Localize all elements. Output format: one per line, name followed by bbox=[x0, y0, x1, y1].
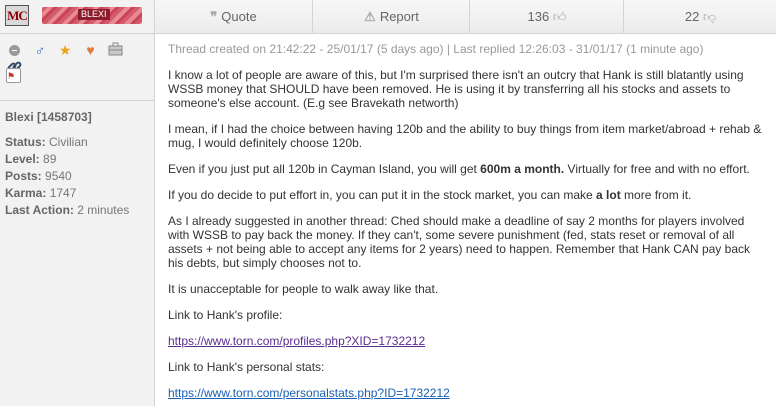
dislike-count: 22 bbox=[684, 9, 700, 24]
report-label: Report bbox=[379, 9, 419, 24]
paragraph: As I already suggested in another thread… bbox=[168, 214, 750, 270]
stat-karma: Karma: 1747 bbox=[5, 186, 77, 200]
user-banner[interactable]: BLEXI bbox=[42, 7, 142, 24]
post-toolbar: ❞ Quote ⚠ Report 136 👍︎ 22 👎︎ bbox=[155, 0, 776, 34]
bold-text: a lot bbox=[596, 188, 621, 202]
banner-text: BLEXI bbox=[78, 9, 110, 20]
thumbs-up-icon: 👍︎ bbox=[552, 9, 567, 24]
user-icons: ♂ ★ ♥ bbox=[6, 42, 146, 76]
profile-link[interactable]: https://www.torn.com/profiles.php?XID=17… bbox=[168, 334, 425, 348]
sidebar-divider bbox=[0, 100, 154, 101]
report-button[interactable]: ⚠ Report bbox=[312, 0, 470, 33]
forum-post: MC BLEXI ♂ ★ ♥ ⚑ Blexi [1458703] Status:… bbox=[0, 0, 776, 406]
paragraph: I know a lot of people are aware of this… bbox=[168, 68, 744, 110]
author-header: MC BLEXI bbox=[0, 0, 154, 34]
like-button[interactable]: 136 👍︎ bbox=[469, 0, 624, 33]
stat-level: Level: 89 bbox=[5, 152, 57, 166]
stat-last-action: Last Action: 2 minutes bbox=[5, 203, 130, 217]
paragraph: Link to Hank's personal stats: bbox=[168, 360, 325, 374]
dislike-button[interactable]: 22 👎︎ bbox=[623, 0, 776, 33]
thumbs-down-icon: 👎︎ bbox=[702, 9, 717, 24]
personal-stats-link[interactable]: https://www.torn.com/personalstats.php?I… bbox=[168, 386, 450, 400]
offline-status-icon bbox=[6, 42, 23, 59]
like-count: 136 bbox=[527, 9, 550, 24]
quote-label: Quote bbox=[221, 9, 257, 24]
donator-star-icon: ★ bbox=[58, 42, 72, 58]
quote-icon: ❞ bbox=[210, 9, 218, 24]
paragraph: Link to Hank's profile: bbox=[168, 308, 283, 322]
author-stats: Status: Civilian Level: 89 Posts: 9540 K… bbox=[5, 134, 129, 219]
paragraph: If you do decide to put effort in, you c… bbox=[168, 188, 692, 202]
author-sidebar: MC BLEXI ♂ ★ ♥ ⚑ Blexi [1458703] Status:… bbox=[0, 0, 155, 406]
bold-text: 600m a month. bbox=[480, 162, 565, 176]
author-name[interactable]: Blexi [1458703] bbox=[5, 110, 92, 124]
paragraph: It is unacceptable for people to walk aw… bbox=[168, 282, 439, 296]
male-icon: ♂ bbox=[34, 42, 46, 58]
job-icon: ⚑ bbox=[6, 68, 21, 83]
thread-meta: Thread created on 21:42:22 - 25/01/17 (5… bbox=[168, 42, 704, 56]
quote-button[interactable]: ❞ Quote bbox=[155, 0, 312, 33]
heart-icon: ♥ bbox=[86, 42, 95, 58]
post-body: Thread created on 21:42:22 - 25/01/17 (5… bbox=[168, 42, 768, 412]
company-icon bbox=[107, 42, 124, 59]
paragraph: https://www.torn.com/personalstats.php?I… bbox=[168, 386, 768, 400]
stat-posts: Posts: 9540 bbox=[5, 169, 72, 183]
user-icons-row2: ⚑ bbox=[6, 68, 21, 83]
stat-status: Status: Civilian bbox=[5, 135, 88, 149]
faction-tag[interactable]: MC bbox=[5, 5, 29, 26]
paragraph: https://www.torn.com/profiles.php?XID=17… bbox=[168, 334, 768, 348]
paragraph: Even if you just put all 120b in Cayman … bbox=[168, 162, 750, 176]
paragraph: I mean, if I had the choice between havi… bbox=[168, 122, 762, 150]
warning-icon: ⚠ bbox=[364, 9, 376, 24]
